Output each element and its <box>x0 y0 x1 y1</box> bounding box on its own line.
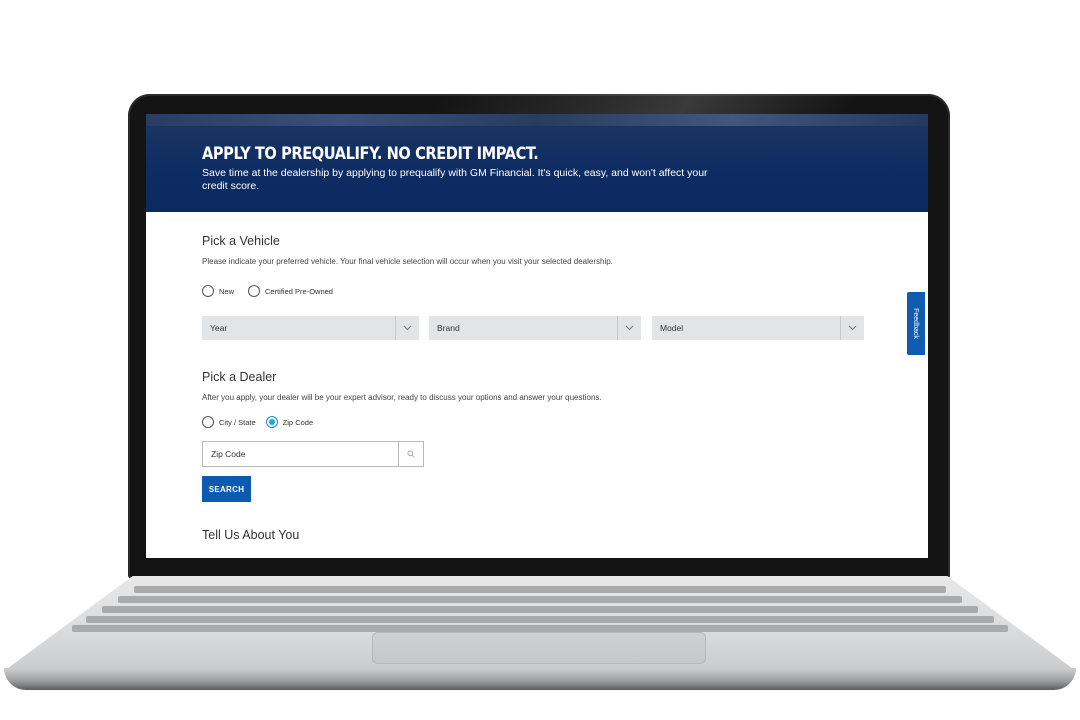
radio-zip-code-label: Zip Code <box>282 417 314 427</box>
zip-code-field <box>202 441 424 467</box>
radio-city-state-circle[interactable] <box>202 416 214 428</box>
radio-new-label: New <box>219 286 235 296</box>
brand-select[interactable]: Brand <box>429 316 641 340</box>
trackpad <box>372 632 706 664</box>
chevron-down-icon <box>395 316 419 340</box>
pick-dealer-heading: Pick a Dealer <box>202 370 277 384</box>
keyboard <box>72 584 1008 632</box>
hero-subtitle: Save time at the dealership by applying … <box>202 167 708 192</box>
laptop-base-edge <box>4 668 1076 690</box>
model-select-label: Model <box>660 323 684 333</box>
tell-us-about-you-heading: Tell Us About You <box>202 528 300 542</box>
zip-code-input[interactable] <box>203 442 399 466</box>
radio-certified-pre-owned[interactable]: Certified Pre-Owned <box>248 285 333 297</box>
radio-certified-circle[interactable] <box>248 285 261 297</box>
vehicle-condition-radio-group: New Certified Pre-Owned <box>202 285 347 297</box>
hero-image <box>146 114 928 126</box>
dealer-location-radio-group: City / State Zip Code <box>202 416 327 428</box>
brand-select-label: Brand <box>437 323 460 333</box>
radio-new[interactable]: New <box>202 285 234 297</box>
pick-vehicle-description: Please indicate your preferred vehicle. … <box>202 257 613 266</box>
feedback-tab[interactable]: Feedback <box>907 292 925 355</box>
hero-title: APPLY TO PREQUALIFY. NO CREDIT IMPACT. <box>202 144 539 164</box>
year-select-label: Year <box>210 323 228 333</box>
model-select[interactable]: Model <box>652 316 864 340</box>
hero-banner: APPLY TO PREQUALIFY. NO CREDIT IMPACT. S… <box>146 114 928 212</box>
laptop-screen: APPLY TO PREQUALIFY. NO CREDIT IMPACT. S… <box>146 114 928 558</box>
chevron-down-icon <box>617 316 641 340</box>
search-button[interactable]: SEARCH <box>202 476 251 502</box>
search-icon[interactable] <box>398 442 423 466</box>
radio-city-state-label: City / State <box>219 417 256 427</box>
pick-vehicle-heading: Pick a Vehicle <box>202 234 280 248</box>
radio-certified-label: Certified Pre-Owned <box>265 286 333 296</box>
year-select[interactable]: Year <box>202 316 419 340</box>
radio-zip-code-circle[interactable] <box>265 416 278 428</box>
feedback-label: Feedback <box>912 308 920 339</box>
radio-city-state[interactable]: City / State <box>202 416 256 428</box>
radio-zip-code[interactable]: Zip Code <box>265 416 314 428</box>
chevron-down-icon <box>840 316 864 340</box>
pick-dealer-description: After you apply, your dealer will be you… <box>202 393 602 402</box>
radio-new-circle[interactable] <box>202 285 214 297</box>
